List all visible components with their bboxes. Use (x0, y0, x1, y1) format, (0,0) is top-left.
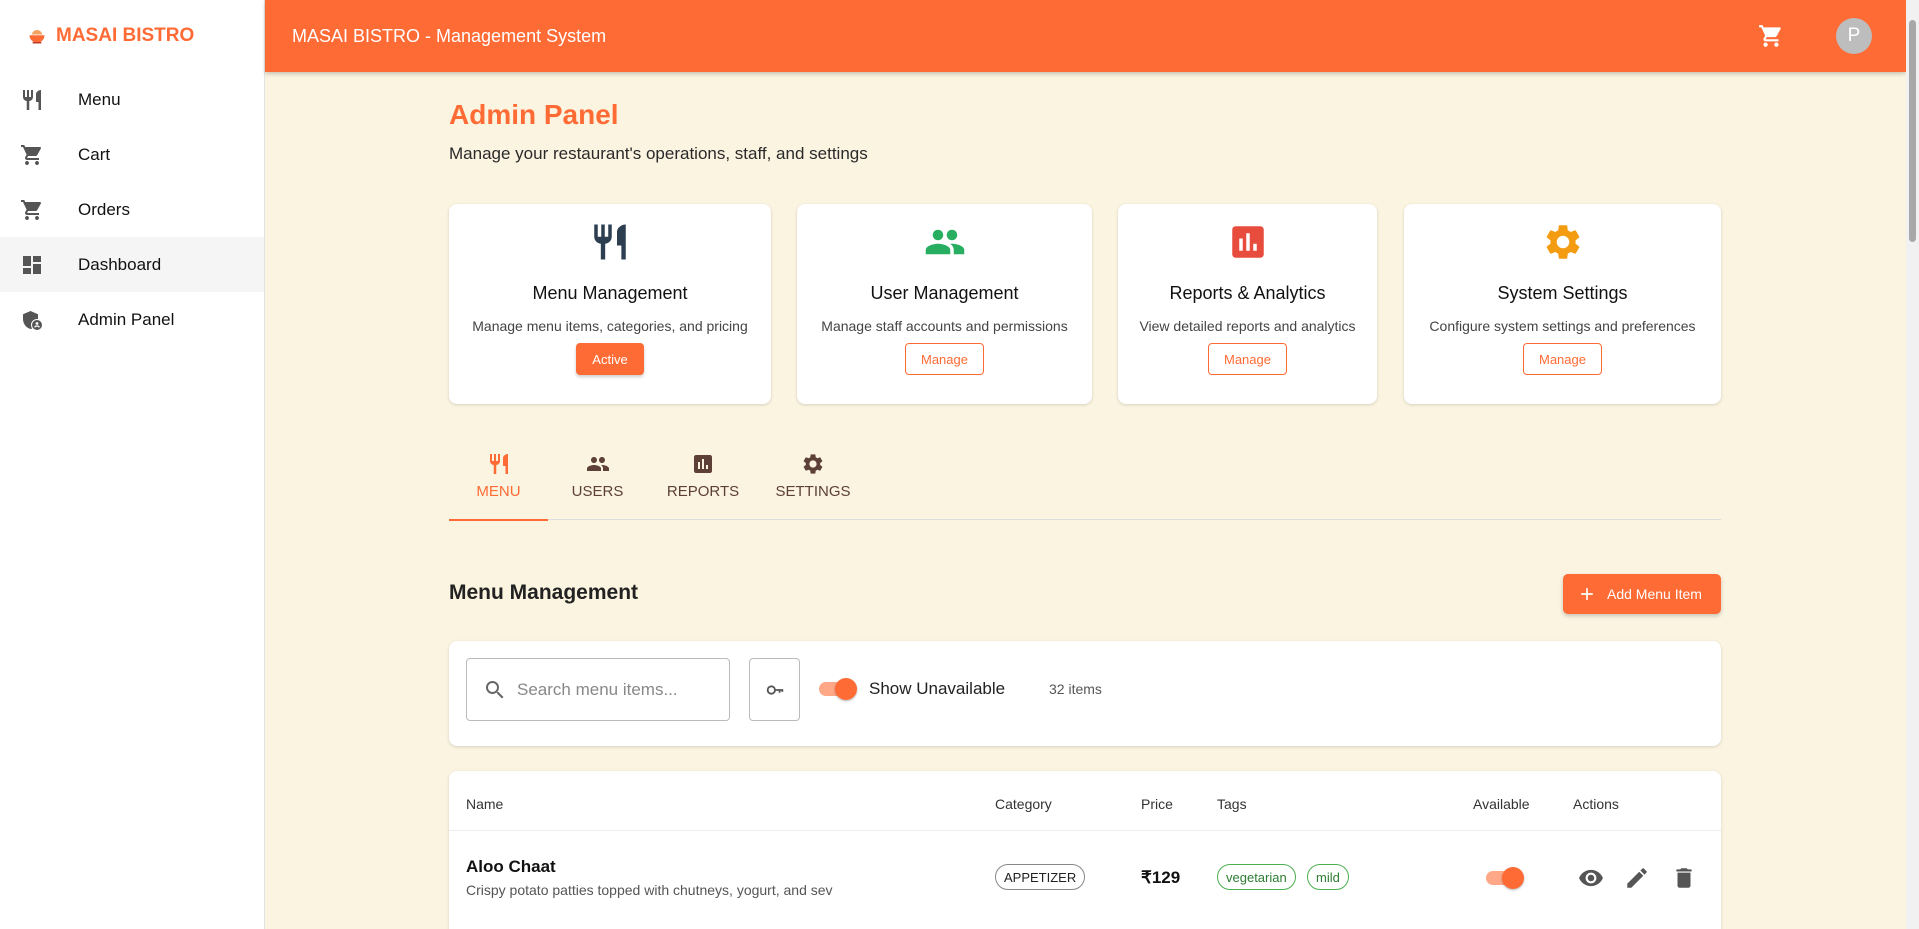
tab-label: USERS (571, 483, 624, 500)
bowl-icon (29, 30, 45, 44)
section-title: Menu Management (449, 581, 639, 604)
card-title: User Management (870, 283, 1019, 303)
dashboard-icon (23, 255, 41, 274)
add-menu-item-button[interactable]: Add Menu Item (1563, 574, 1721, 614)
edit-icon[interactable] (1624, 865, 1650, 891)
category-chip: APPETIZER (995, 864, 1086, 890)
avatar[interactable]: P (1836, 18, 1872, 54)
card-title: Reports & Analytics (1169, 283, 1326, 303)
column-header-category[interactable]: Category (995, 796, 1052, 812)
sidebar-item-menu[interactable]: Menu (0, 72, 264, 127)
admin-tabs: MENU USERS REPORTS SETTINGS (449, 442, 1721, 521)
tag-chip: mild (1307, 864, 1349, 890)
cart-icon[interactable] (1758, 23, 1784, 49)
card-description: View detailed reports and analytics (1139, 318, 1356, 334)
column-header-price[interactable]: Price (1141, 796, 1173, 812)
bar-chart-icon (694, 455, 712, 473)
sidebar-item-dashboard[interactable]: Dashboard (0, 237, 264, 292)
tab-users[interactable]: USERS (548, 442, 647, 520)
card-menu-management[interactable]: Menu Management Manage menu items, categ… (449, 204, 771, 404)
brand-name: MASAI BISTRO (56, 25, 195, 46)
column-header-tags[interactable]: Tags (1217, 796, 1247, 812)
sidebar-item-label: Cart (78, 144, 111, 164)
app-bar: MASAI BISTRO - Management System P (265, 0, 1906, 72)
card-description: Manage staff accounts and permissions (821, 318, 1068, 334)
tag-chip: vegetarian (1217, 864, 1296, 890)
header-divider (449, 830, 1721, 831)
card-reports-analytics[interactable]: Reports & Analytics View detailed report… (1118, 204, 1377, 404)
item-price: ₹129 (1141, 868, 1181, 887)
card-user-management[interactable]: User Management Manage staff accounts an… (797, 204, 1092, 404)
restaurant-icon (489, 454, 508, 474)
bar-chart-icon (1231, 226, 1264, 258)
sidebar-item-label: Menu (78, 89, 121, 109)
page-title: Admin Panel (449, 99, 619, 130)
manage-settings-button[interactable]: Manage (1523, 343, 1602, 375)
add-menu-item-label: Add Menu Item (1607, 586, 1702, 602)
people-icon (586, 457, 609, 471)
show-unavailable-label: Show Unavailable (869, 679, 1006, 698)
card-description: Configure system settings and preference… (1429, 318, 1696, 334)
filter-bar: Show Unavailable 32 items (449, 641, 1721, 746)
brand[interactable]: MASAI BISTRO (0, 0, 264, 72)
admin-shield-icon (23, 310, 42, 330)
show-unavailable-toggle[interactable] (817, 677, 857, 701)
column-header-available[interactable]: Available (1473, 796, 1530, 812)
people-icon (925, 229, 964, 255)
search-icon (486, 680, 504, 698)
plus-icon (1581, 588, 1593, 600)
card-description: Manage menu items, categories, and prici… (472, 318, 748, 334)
toggle-thumb (1502, 867, 1524, 889)
key-icon (766, 684, 783, 695)
tab-label: SETTINGS (775, 483, 851, 500)
page-subtitle: Manage your restaurant's operations, sta… (449, 144, 868, 163)
filter-button[interactable] (749, 658, 800, 721)
item-name: Aloo Chaat (466, 857, 556, 876)
sidebar-item-admin-panel[interactable]: Admin Panel (0, 292, 264, 347)
tab-reports[interactable]: REPORTS (647, 442, 759, 520)
view-icon[interactable] (1578, 865, 1604, 891)
page-scrollbar[interactable] (1906, 0, 1919, 929)
card-title: System Settings (1497, 283, 1628, 303)
available-toggle[interactable] (1484, 866, 1524, 890)
tab-menu[interactable]: MENU (449, 442, 548, 521)
active-button[interactable]: Active (576, 343, 644, 375)
gear-icon (1546, 225, 1579, 259)
sidebar-item-label: Orders (78, 199, 130, 219)
sidebar: MASAI BISTRO Menu Cart Orders Dashboard … (0, 0, 265, 929)
card-system-settings[interactable]: System Settings Configure system setting… (1404, 204, 1721, 404)
app-title: MASAI BISTRO - Management System (292, 25, 607, 46)
sidebar-item-label: Admin Panel (78, 309, 175, 329)
restaurant-icon (594, 224, 626, 260)
scrollbar-thumb[interactable] (1909, 20, 1916, 242)
tab-settings[interactable]: SETTINGS (759, 442, 867, 520)
cart-icon (21, 144, 42, 165)
search-box[interactable] (466, 658, 730, 721)
column-header-name[interactable]: Name (466, 796, 503, 812)
menu-table: Name Category Price Tags Available Actio… (449, 771, 1721, 929)
delete-icon[interactable] (1671, 865, 1697, 891)
item-count: 32 items (1049, 681, 1102, 697)
item-description: Crispy potato patties topped with chutne… (466, 882, 833, 898)
cart-icon (21, 199, 42, 220)
tab-label: REPORTS (666, 483, 740, 500)
admin-cards: Menu Management Manage menu items, categ… (449, 204, 1721, 404)
tab-label: MENU (476, 483, 521, 500)
manage-users-button[interactable]: Manage (905, 343, 984, 375)
column-header-actions[interactable]: Actions (1573, 796, 1619, 812)
toggle-thumb (835, 678, 857, 700)
restaurant-icon (23, 89, 41, 110)
gear-icon (803, 454, 823, 474)
search-input[interactable] (517, 679, 717, 700)
manage-reports-button[interactable]: Manage (1208, 343, 1287, 375)
sidebar-item-cart[interactable]: Cart (0, 127, 264, 182)
sidebar-item-label: Dashboard (78, 254, 162, 274)
sidebar-item-orders[interactable]: Orders (0, 182, 264, 237)
card-title: Menu Management (532, 283, 688, 303)
